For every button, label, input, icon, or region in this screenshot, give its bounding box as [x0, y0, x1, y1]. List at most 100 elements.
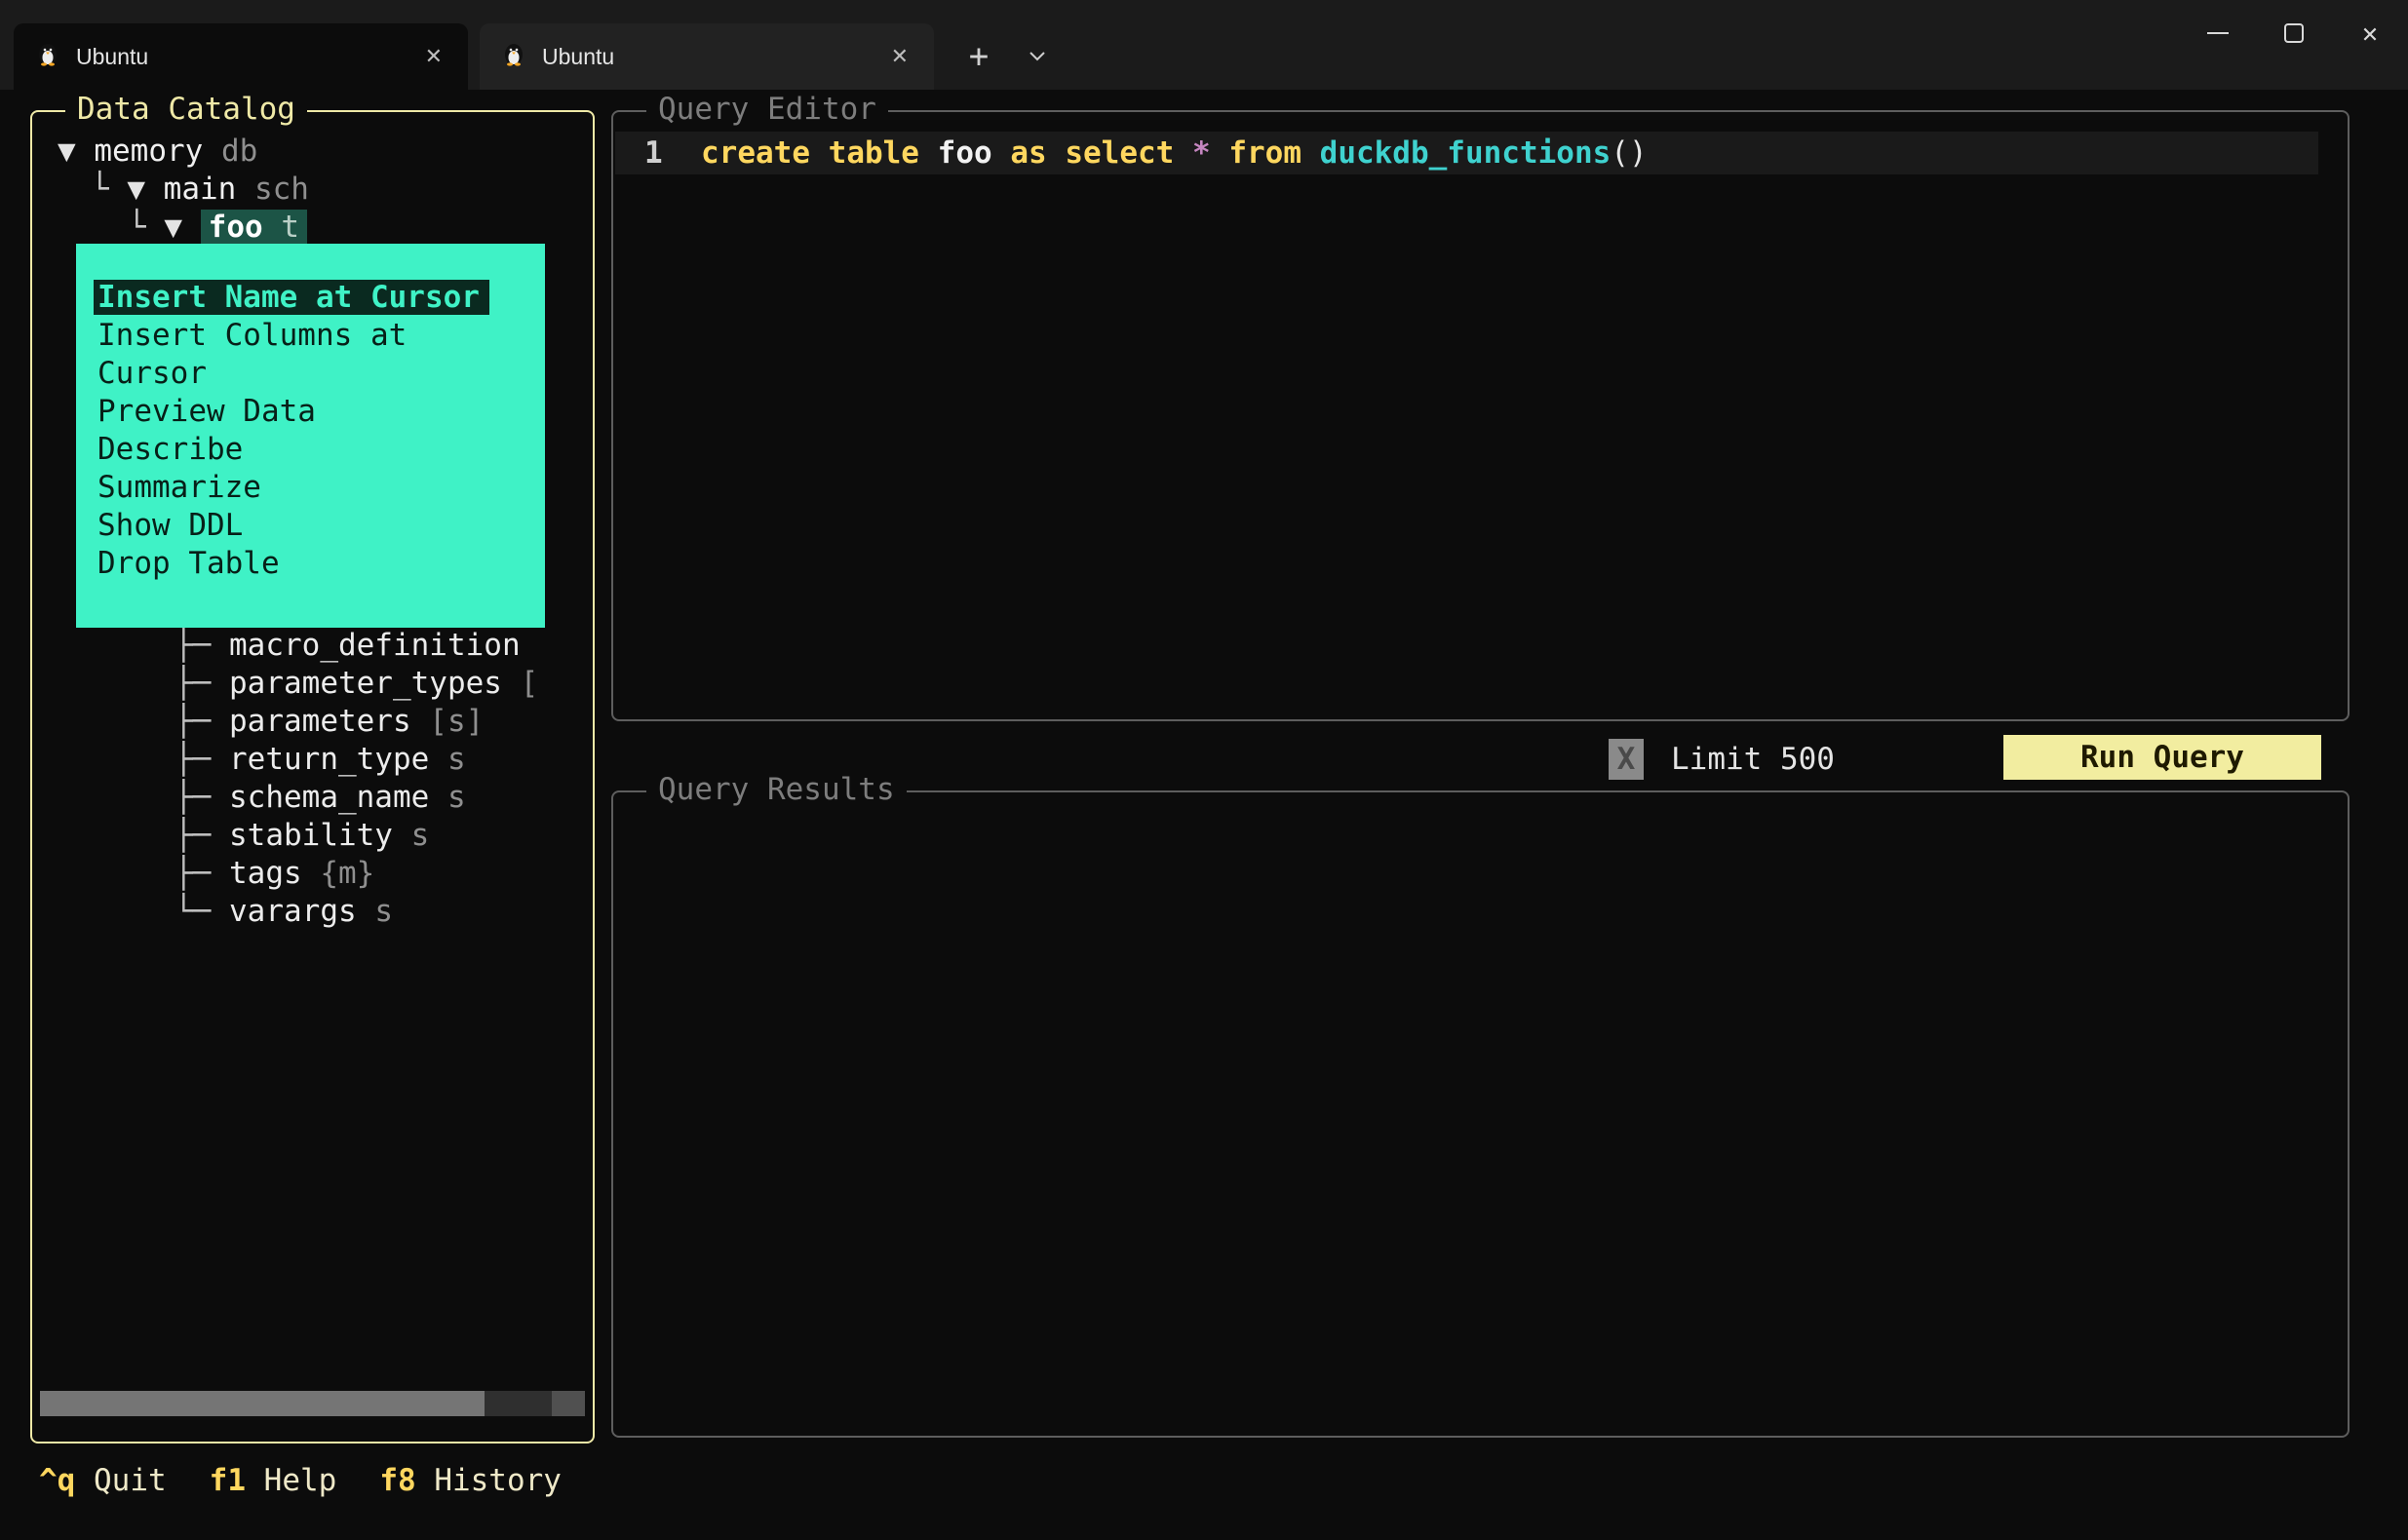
tree-node-label: memory db [94, 134, 257, 169]
context-menu-item-label: Drop Table [97, 546, 280, 581]
limit-label[interactable]: Limit 500 [1671, 739, 1835, 780]
tab-close-icon[interactable]: ✕ [417, 42, 450, 71]
column-name: return_type [229, 742, 430, 777]
column-name: parameters [229, 704, 411, 739]
column-item[interactable]: ├─ parameter_types [ [175, 665, 538, 703]
tree-branch-icon: └─ [175, 894, 229, 929]
context-menu-item-label: Summarize [97, 470, 261, 505]
tree-node-type: sch [236, 172, 309, 207]
catalog-tree: ▼ memory db └ ▼ main sch └ ▼ foo t [32, 133, 593, 247]
context-menu-item[interactable]: Insert Name at Cursor [94, 279, 524, 317]
column-item[interactable]: ├─ tags {m} [175, 855, 538, 893]
footer-shortcut-quit[interactable]: ^q Quit [39, 1462, 167, 1500]
tree-connector: └ [91, 172, 128, 207]
query-editor-panel[interactable]: Query Editor 1 create table foo as selec… [611, 91, 2350, 721]
context-menu-item[interactable]: Show DDL [97, 507, 524, 545]
chevron-down-icon[interactable] [1010, 23, 1065, 90]
column-name: parameter_types [229, 666, 502, 701]
code-token: select [1065, 135, 1175, 171]
tux-icon [35, 41, 60, 72]
tree-branch-icon: ├─ [175, 666, 229, 701]
column-name: varargs [229, 894, 357, 929]
code-line[interactable]: 1 create table foo as select * from duck… [615, 132, 2318, 174]
catalog-columns: ├─ macro_definition ├─ parameter_types [├… [175, 627, 538, 931]
tab-close-icon[interactable]: ✕ [883, 42, 916, 71]
context-menu-item[interactable]: Insert Columns at Cursor [97, 317, 524, 393]
expand-arrow-icon[interactable]: ▼ [164, 210, 200, 245]
column-type: [ [501, 666, 539, 701]
tree-branch-icon: ├─ [175, 780, 229, 815]
context-menu-item[interactable]: Drop Table [97, 545, 524, 583]
new-tab-button[interactable]: + [948, 23, 1010, 90]
tree-branch-icon: ├─ [175, 818, 229, 853]
expand-arrow-icon[interactable]: ▼ [58, 134, 94, 169]
code-token: as [1010, 135, 1047, 171]
tree-branch-icon: ├─ [175, 742, 229, 777]
column-item[interactable]: ├─ macro_definition [175, 627, 538, 665]
query-results-panel: Query Results [611, 771, 2350, 1438]
footer-shortcut-help[interactable]: f1 Help [210, 1462, 337, 1500]
scrollbar-thumb[interactable] [40, 1391, 485, 1416]
terminal-tab-1[interactable]: Ubuntu ✕ [14, 23, 468, 90]
run-query-button[interactable]: Run Query [2003, 735, 2321, 780]
tab-strip: Ubuntu ✕ Ubuntu ✕ + [14, 23, 1065, 90]
line-number: 1 [644, 135, 663, 171]
column-type: s [429, 780, 466, 815]
code-token: duckdb_functions [1319, 135, 1612, 171]
context-menu-item[interactable]: Summarize [97, 469, 524, 507]
terminal-tab-2[interactable]: Ubuntu ✕ [480, 23, 934, 90]
column-name: stability [229, 818, 393, 853]
column-name: schema_name [229, 780, 430, 815]
column-item[interactable]: ├─ stability s [175, 817, 538, 855]
minimize-icon [2207, 32, 2229, 34]
code-token: table [828, 135, 919, 171]
shortcut-key: f1 [209, 1463, 264, 1498]
context-menu-item[interactable]: Describe [97, 431, 524, 469]
column-item[interactable]: ├─ return_type s [175, 741, 538, 779]
column-item[interactable]: ├─ parameters [s] [175, 703, 538, 741]
column-type: s [392, 818, 430, 853]
context-menu-item-label: Insert Columns at Cursor [97, 318, 408, 391]
column-type: s [429, 742, 466, 777]
tab-title: Ubuntu [76, 43, 149, 69]
shortcut-key: f8 [379, 1463, 435, 1498]
minimize-button[interactable] [2180, 0, 2256, 66]
shortcut-label: History [434, 1463, 562, 1498]
column-type: [s] [410, 704, 485, 739]
expand-arrow-icon[interactable]: ▼ [127, 172, 163, 207]
tree-branch-icon: ├─ [175, 704, 229, 739]
code-tokens: create table foo as select * from duckdb… [672, 135, 1648, 173]
context-menu-item[interactable]: Preview Data [97, 393, 524, 431]
tree-node-memory[interactable]: ▼ memory db [32, 133, 593, 171]
tree-node-type: db [203, 134, 258, 169]
tree-node-foo[interactable]: └ ▼ foo t [32, 209, 593, 247]
tab-title: Ubuntu [542, 43, 615, 69]
shortcut-key: ^q [39, 1463, 94, 1498]
window-titlebar: Ubuntu ✕ Ubuntu ✕ + ✕ [0, 0, 2408, 90]
tree-branch-icon: ├─ [175, 856, 229, 891]
code-token: create [701, 135, 810, 171]
horizontal-scrollbar[interactable] [40, 1391, 585, 1416]
tree-connector: └ [128, 210, 165, 245]
terminal-viewport: Data Catalog ▼ memory db └ ▼ main sch └ ▼ … [0, 90, 2408, 1540]
limit-checkbox[interactable]: X [1609, 739, 1644, 780]
code-token: foo [937, 135, 992, 171]
tree-branch-icon: ├─ [175, 628, 229, 663]
shortcut-label: Help [263, 1463, 337, 1498]
context-menu-item-label: Show DDL [97, 508, 244, 543]
column-type: {m} [301, 856, 375, 891]
tree-node-main[interactable]: └ ▼ main sch [32, 171, 593, 209]
code-token: () [1611, 135, 1648, 171]
column-item[interactable]: ├─ schema_name s [175, 779, 538, 817]
maximize-button[interactable] [2256, 0, 2332, 66]
tree-node-label: main sch [164, 172, 309, 207]
close-button[interactable]: ✕ [2332, 0, 2408, 66]
query-editor-title: Query Editor [646, 91, 888, 129]
column-item[interactable]: └─ varargs s [175, 893, 538, 931]
footer-shortcut-history[interactable]: f8 History [379, 1462, 562, 1500]
